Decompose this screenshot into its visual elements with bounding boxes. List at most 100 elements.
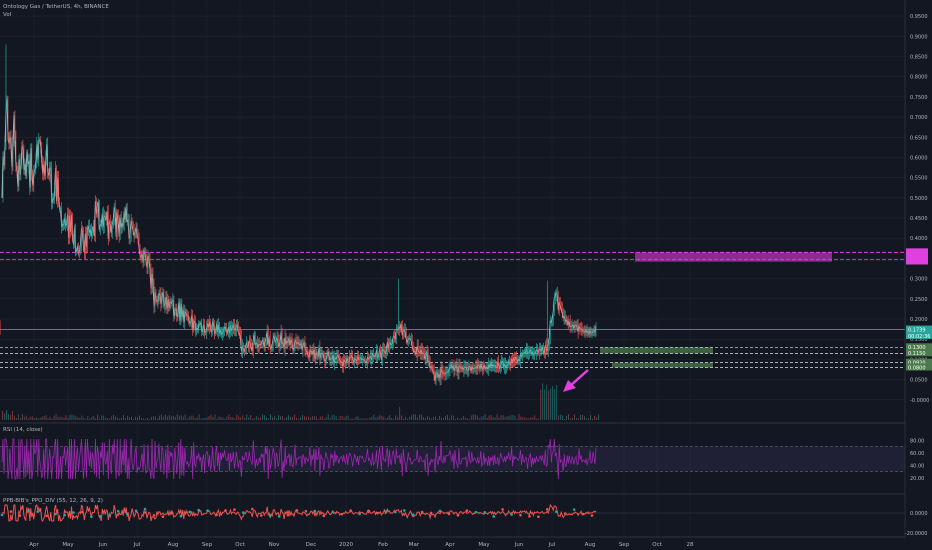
x-tick-label: Mar bbox=[409, 542, 420, 548]
price-chart[interactable]: RSI (14, close) PPB-BIB's_PPO_DIV (55, 1… bbox=[0, 0, 932, 550]
volume-bar bbox=[33, 418, 35, 420]
volume-bar bbox=[456, 417, 458, 420]
volume-bar bbox=[252, 418, 254, 420]
volume-bar bbox=[594, 415, 595, 420]
volume-bar bbox=[393, 418, 395, 420]
volume-bar bbox=[588, 418, 589, 420]
volume-bar bbox=[212, 417, 214, 420]
volume-bar bbox=[307, 416, 309, 420]
volume-bar bbox=[180, 415, 182, 420]
volume-bar bbox=[228, 414, 230, 420]
symbol-title: Ontology Gas / TetherUS, 4h, BINANCE bbox=[3, 4, 109, 10]
y-tick-label: 0.9500 bbox=[910, 14, 928, 20]
volume-bar bbox=[218, 416, 220, 420]
volume-bar bbox=[303, 416, 305, 420]
volume-bar bbox=[363, 418, 365, 420]
volume-bar bbox=[59, 416, 61, 420]
macd-divergence-dot bbox=[385, 509, 388, 513]
volume-bar bbox=[69, 414, 71, 420]
macd-divergence-dot bbox=[590, 514, 594, 517]
volume-bar bbox=[546, 384, 548, 420]
macd-divergence-dot bbox=[36, 510, 40, 513]
volume-bar bbox=[405, 416, 407, 420]
macd-divergence-dot bbox=[18, 514, 22, 517]
volume-bar bbox=[79, 417, 81, 420]
volume-bar bbox=[419, 414, 420, 420]
volume-bar bbox=[530, 417, 532, 420]
volume-bar bbox=[27, 418, 29, 420]
volume-bar bbox=[206, 417, 208, 420]
volume-bar bbox=[574, 414, 575, 420]
volume-bar bbox=[156, 418, 158, 420]
volume-bar bbox=[415, 414, 417, 420]
volume-bar bbox=[403, 418, 405, 420]
volume-bar bbox=[184, 414, 186, 420]
volume-bar bbox=[395, 415, 397, 420]
volume-bar bbox=[220, 416, 222, 420]
volume-bar bbox=[113, 414, 115, 420]
x-tick-label: Apr bbox=[445, 542, 455, 548]
macd-divergence-dot bbox=[233, 508, 236, 511]
price-axis[interactable]: 0.9500 0.9000 0.8500 0.8000 0.7500 0.7000 0.65… bbox=[904, 0, 932, 550]
volume-bar bbox=[105, 417, 107, 420]
x-tick-label: 28 bbox=[687, 542, 694, 548]
volume-bar bbox=[224, 418, 226, 420]
macd-divergence-dot bbox=[420, 510, 424, 514]
volume-bar bbox=[194, 417, 196, 420]
volume-bar bbox=[23, 416, 25, 420]
volume-bar bbox=[476, 415, 478, 420]
volume-bar bbox=[550, 388, 552, 420]
macd-divergence-dot bbox=[411, 513, 415, 516]
volume-bar bbox=[87, 416, 89, 420]
volume-bar bbox=[576, 417, 577, 420]
volume-bar bbox=[202, 418, 204, 420]
volume-bar bbox=[162, 416, 164, 420]
volume-bar bbox=[568, 414, 569, 420]
macd-divergence-dot bbox=[206, 509, 209, 512]
volume-bar bbox=[562, 415, 564, 420]
volume-bar bbox=[407, 418, 409, 420]
volume-bar bbox=[190, 415, 192, 420]
volume-bar bbox=[119, 418, 121, 420]
volume-bar bbox=[260, 417, 262, 420]
volume-bar bbox=[81, 415, 83, 420]
volume-bar bbox=[258, 417, 260, 420]
volume-bar bbox=[429, 417, 430, 420]
volume-bar bbox=[413, 414, 415, 420]
volume-bar bbox=[299, 417, 301, 420]
volume-bar bbox=[590, 414, 591, 420]
volume-bar bbox=[198, 414, 200, 420]
volume-bar bbox=[504, 417, 506, 420]
volume-bar bbox=[296, 417, 297, 420]
volume-bar bbox=[101, 415, 103, 420]
volume-label: Vol bbox=[3, 12, 12, 18]
y-tick-label: 0.8000 bbox=[910, 75, 928, 81]
resistance-zone bbox=[635, 252, 832, 262]
volume-bar bbox=[584, 416, 585, 420]
volume-bar bbox=[268, 418, 270, 420]
macd-divergence-dot bbox=[304, 509, 308, 513]
volume-bar bbox=[397, 417, 399, 420]
volume-bar bbox=[421, 414, 422, 420]
price-tag-label: 00:02:36 bbox=[908, 334, 930, 340]
y-tick-label: 0.7000 bbox=[910, 115, 928, 121]
volume-bar bbox=[123, 415, 124, 420]
macd-divergence-dot bbox=[125, 512, 129, 515]
volume-bar bbox=[282, 415, 283, 420]
volume-bar bbox=[437, 418, 438, 420]
volume-bar bbox=[431, 418, 432, 420]
time-axis[interactable]: Apr May Jun Jul Aug Sep Oct Nov Dec 2020 Feb Mar Apr… bbox=[0, 536, 905, 548]
volume-bar bbox=[480, 416, 482, 420]
volume-bar bbox=[121, 417, 122, 420]
x-tick-label: Jul bbox=[133, 542, 141, 548]
volume-bar bbox=[131, 416, 132, 420]
volume-bar bbox=[441, 417, 442, 420]
volume-bar bbox=[381, 415, 383, 420]
volume-bar bbox=[331, 414, 333, 420]
volume-bar bbox=[520, 416, 522, 420]
macd-divergence-dot bbox=[152, 514, 156, 517]
volume-bar bbox=[47, 418, 49, 420]
volume-bar bbox=[560, 414, 562, 420]
macd-divergence-dot bbox=[295, 509, 299, 512]
y-tick-label: 0.9000 bbox=[910, 34, 928, 40]
